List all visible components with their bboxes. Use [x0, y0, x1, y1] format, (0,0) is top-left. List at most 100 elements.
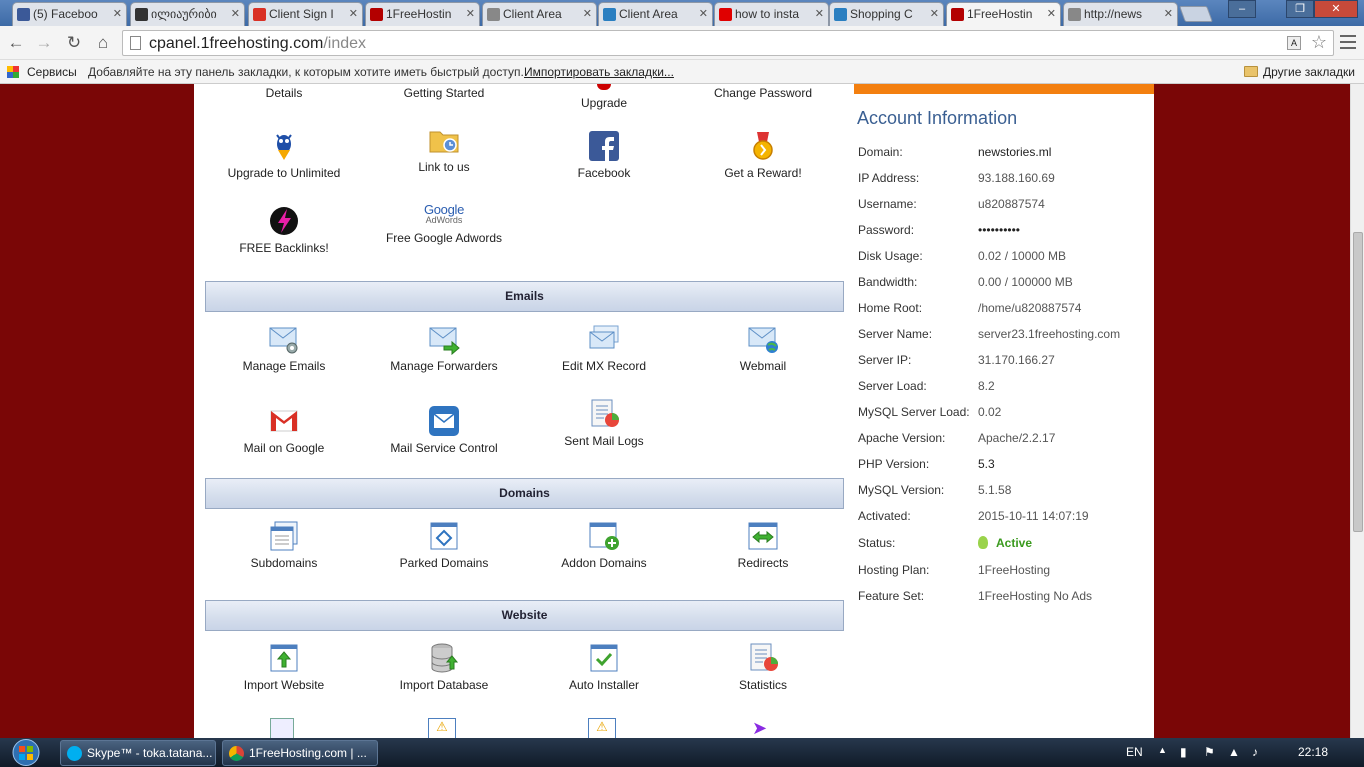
import-website-icon: [270, 644, 298, 672]
info-key: Domain:: [858, 145, 903, 159]
import-bookmarks-link[interactable]: Импортировать закладки...: [524, 65, 674, 79]
redirects-link[interactable]: Redirects: [683, 520, 843, 570]
google-adwords-link[interactable]: Google AdWords Free Google Adwords: [364, 203, 524, 245]
apps-bookmark[interactable]: Сервисы: [27, 65, 77, 79]
info-value: 0.00 / 100000 MB: [978, 275, 1073, 289]
browser-tab[interactable]: 1FreeHostin ✕: [365, 2, 480, 26]
info-key: Activated:: [858, 509, 911, 523]
info-key: Server Load:: [858, 379, 927, 393]
feature-label: Free Google Adwords: [385, 231, 503, 245]
facebook-link[interactable]: Facebook: [524, 130, 684, 180]
taskbar-chrome[interactable]: 1FreeHosting.com | ...: [222, 740, 378, 766]
domain-item-label: Parked Domains: [399, 556, 489, 570]
mail-service-control-link[interactable]: Mail Service Control: [364, 405, 524, 455]
close-tab-icon[interactable]: ✕: [113, 7, 122, 20]
show-hidden-icons[interactable]: ▲: [1158, 745, 1167, 755]
close-tab-icon[interactable]: ✕: [930, 7, 939, 20]
account-info-row: Activated: 2015-10-11 14:07:19: [858, 509, 1148, 525]
edit-mx-record-link[interactable]: Edit MX Record: [524, 323, 684, 373]
mail-on-google-link[interactable]: Mail on Google: [204, 405, 364, 455]
browser-tab[interactable]: ილიაურიბი ✕: [130, 2, 245, 26]
menu-icon[interactable]: [1340, 35, 1356, 49]
feature-label: Get a Reward!: [724, 166, 802, 180]
change-password-link[interactable]: Change Password: [683, 86, 843, 100]
upgrade-link[interactable]: Upgrade: [524, 84, 684, 110]
new-tab-button[interactable]: [1179, 6, 1213, 22]
volume-icon[interactable]: ♪: [1252, 745, 1258, 759]
statistics-link[interactable]: Statistics: [683, 642, 843, 692]
flag-icon[interactable]: ⚑: [1204, 745, 1215, 759]
get-reward-link[interactable]: Get a Reward!: [683, 130, 843, 180]
forward-button[interactable]: →: [33, 32, 55, 54]
clock[interactable]: 22:18: [1298, 745, 1328, 759]
restore-button[interactable]: ❐: [1286, 0, 1314, 18]
other-bookmarks[interactable]: Другие закладки: [1244, 65, 1355, 79]
addon-domains-link[interactable]: Addon Domains: [524, 520, 684, 570]
close-tab-icon[interactable]: ✕: [231, 7, 240, 20]
subdomains-link[interactable]: Subdomains: [204, 520, 364, 570]
info-key: Status:: [858, 536, 896, 550]
url-text: cpanel.1freehosting.com/index: [149, 35, 367, 52]
fn-icon: [834, 8, 847, 21]
statistics-icon: [750, 643, 778, 671]
domains-section-header: Domains: [205, 478, 844, 509]
auto-installer-link[interactable]: Auto Installer: [524, 642, 684, 692]
import-website-link[interactable]: Import Website: [204, 642, 364, 692]
close-window-button[interactable]: ✕: [1314, 0, 1358, 18]
cpanel-page: Details Getting Started Upgrade Change P…: [194, 84, 1154, 738]
close-tab-icon[interactable]: ✕: [349, 7, 358, 20]
address-bar[interactable]: cpanel.1freehosting.com/index A ☆: [122, 30, 1334, 56]
back-button[interactable]: ←: [5, 32, 27, 54]
1freehosting-icon: [951, 8, 964, 21]
cut-off-icon: [270, 718, 294, 738]
folder-icon: [1244, 66, 1258, 77]
reload-button[interactable]: ↻: [63, 32, 85, 54]
browser-tab[interactable]: 1FreeHostin ✕: [946, 2, 1061, 26]
taskbar-skype[interactable]: Skype™ - toka.tatana...: [60, 740, 216, 766]
browser-tab[interactable]: Client Area ✕: [598, 2, 713, 26]
browser-tab[interactable]: Client Sign I ✕: [248, 2, 363, 26]
close-tab-icon[interactable]: ✕: [815, 7, 824, 20]
info-key: Username:: [858, 197, 917, 211]
info-value: /home/u820887574: [978, 301, 1082, 315]
close-tab-icon[interactable]: ✕: [583, 7, 592, 20]
windows-start-icon[interactable]: [4, 738, 48, 767]
close-tab-icon[interactable]: ✕: [1164, 7, 1173, 20]
star-bookmark-icon[interactable]: ☆: [1311, 32, 1327, 53]
close-tab-icon[interactable]: ✕: [1047, 7, 1056, 20]
close-tab-icon[interactable]: ✕: [466, 7, 475, 20]
feature-label: Link to us: [418, 160, 470, 174]
scroll-thumb[interactable]: [1353, 232, 1363, 532]
manage-emails-link[interactable]: Manage Emails: [204, 323, 364, 373]
addon-domains-icon: [589, 522, 619, 550]
getting-started-link[interactable]: Getting Started: [364, 86, 524, 100]
webmail-link[interactable]: Webmail: [683, 323, 843, 373]
browser-tab[interactable]: http://news ✕: [1063, 2, 1178, 26]
website-section-header: Website: [205, 600, 844, 631]
minimize-button[interactable]: –: [1228, 0, 1256, 18]
language-indicator[interactable]: EN: [1126, 745, 1143, 759]
details-link[interactable]: Details: [204, 86, 364, 100]
account-info-row: Disk Usage: 0.02 / 10000 MB: [858, 249, 1148, 265]
free-backlinks-link[interactable]: FREE Backlinks!: [204, 205, 364, 255]
home-button[interactable]: ⌂: [92, 32, 114, 54]
sent-mail-logs-link[interactable]: Sent Mail Logs: [524, 398, 684, 448]
account-info-row: Home Root: /home/u820887574: [858, 301, 1148, 317]
browser-tab[interactable]: Client Area ✕: [482, 2, 597, 26]
georgian-site-icon: [135, 8, 148, 21]
link-to-us-link[interactable]: Link to us: [364, 124, 524, 174]
close-tab-icon[interactable]: ✕: [699, 7, 708, 20]
parked-domains-link[interactable]: Parked Domains: [364, 520, 524, 570]
signal-icon[interactable]: ▲: [1228, 745, 1240, 759]
browser-tab[interactable]: how to insta ✕: [714, 2, 829, 26]
network-icon[interactable]: ▮: [1180, 745, 1187, 759]
page-scrollbar[interactable]: [1350, 84, 1364, 738]
browser-tab[interactable]: Shopping C ✕: [829, 2, 944, 26]
translate-icon[interactable]: A: [1287, 36, 1301, 50]
browser-tab[interactable]: (5) Faceboo ✕: [12, 2, 127, 26]
import-database-link[interactable]: Import Database: [364, 642, 524, 692]
manage-forwarders-link[interactable]: Manage Forwarders: [364, 323, 524, 373]
tab-strip: (5) Faceboo ✕ ილიაურიბი ✕ Client Sign I ✕ 1Fre…: [0, 0, 1364, 26]
upgrade-unlimited-link[interactable]: Upgrade to Unlimited: [204, 130, 364, 180]
feature-label: FREE Backlinks!: [239, 241, 329, 255]
